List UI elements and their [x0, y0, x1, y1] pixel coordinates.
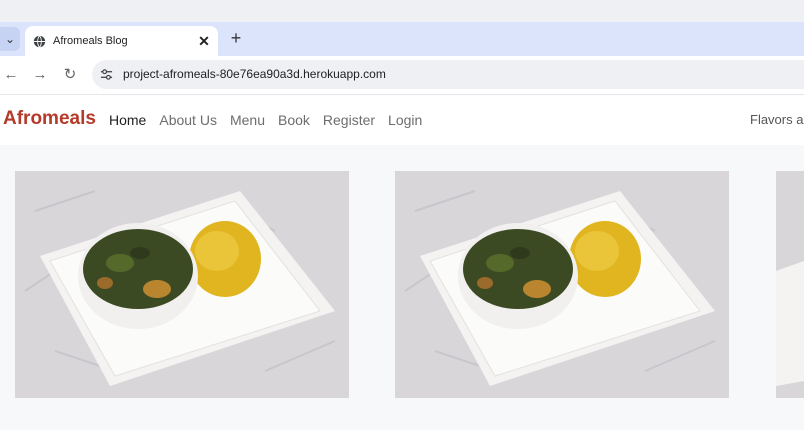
food-image	[15, 171, 349, 398]
nav-login[interactable]: Login	[388, 112, 422, 128]
food-image-card[interactable]	[395, 171, 729, 398]
food-image-card[interactable]	[15, 171, 349, 398]
nav-about-us[interactable]: About Us	[159, 112, 217, 128]
plus-icon[interactable]: +	[226, 28, 246, 48]
tab-search-button[interactable]: ⌄	[0, 27, 20, 51]
site-settings-icon[interactable]	[100, 68, 113, 81]
reload-icon[interactable]: ↻	[60, 65, 80, 85]
browser-tab-active[interactable]: Afromeals Blog ✕	[25, 26, 218, 56]
food-image-card[interactable]	[776, 171, 804, 398]
site-tagline: Flavors ar	[750, 112, 804, 127]
nav-register[interactable]: Register	[323, 112, 375, 128]
browser-toolbar: ← → ↻ project-afromeals-80e76ea90a3d.her…	[0, 56, 804, 95]
food-image	[395, 171, 729, 398]
url-text: project-afromeals-80e76ea90a3d.herokuapp…	[123, 67, 386, 81]
close-icon[interactable]: ✕	[194, 33, 214, 50]
forward-icon[interactable]: →	[30, 65, 50, 85]
site-brand-logo[interactable]: Afromeals	[3, 108, 96, 130]
nav-home[interactable]: Home	[109, 112, 146, 128]
site-navbar: Afromeals Home About Us Menu Book Regist…	[0, 95, 804, 145]
main-menu: Home About Us Menu Book Register Login	[109, 112, 422, 128]
back-icon[interactable]: ←	[1, 65, 21, 85]
nav-book[interactable]: Book	[278, 112, 310, 128]
address-bar[interactable]: project-afromeals-80e76ea90a3d.herokuapp…	[92, 60, 804, 89]
tab-title: Afromeals Blog	[53, 35, 128, 47]
food-image	[776, 171, 804, 398]
chevron-down-icon: ⌄	[4, 32, 16, 46]
nav-menu[interactable]: Menu	[230, 112, 265, 128]
globe-icon	[33, 34, 46, 48]
